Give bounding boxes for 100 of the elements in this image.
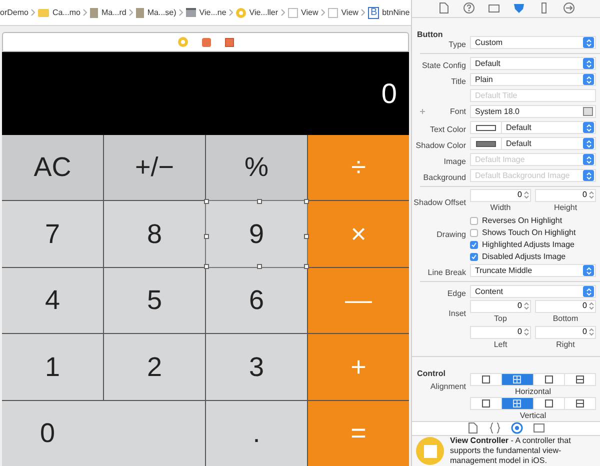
breadcrumb-item[interactable]: Ma...rd [101,6,126,18]
breadcrumb-item[interactable]: Ma...se) [147,6,176,18]
stepper-icon[interactable] [589,302,594,310]
number-stepper[interactable]: 0 [470,300,531,313]
chevron-icon [321,9,326,16]
checkbox[interactable] [470,216,478,225]
stepper-caret-icon[interactable] [583,154,594,166]
stepper-caret-icon[interactable] [583,74,594,86]
dropdown[interactable]: Custom [470,36,596,50]
alignment-segment[interactable] [564,374,595,385]
calculator-key[interactable]: 4 [2,268,103,334]
calculator-key[interactable]: 9 [206,201,307,267]
checkbox-label: Highlighted Adjusts Image [482,238,574,251]
stepper-caret-icon[interactable] [583,138,594,150]
shield-icon[interactable] [512,2,524,14]
stepper-icon[interactable] [589,328,594,336]
button-glyph: B [368,6,380,18]
field-label: Inset [448,308,466,318]
alignment-segment[interactable] [534,398,564,409]
stepper-caret-icon[interactable] [583,286,594,298]
alignment-icon [574,398,585,408]
color-dropdown[interactable]: Default [470,121,596,134]
alignment-caption: Horizontal [514,386,551,397]
breadcrumb-item[interactable]: orDemo [0,6,28,18]
checkbox[interactable] [470,240,478,249]
scene-icon [186,8,196,17]
number-stepper[interactable]: 0 [470,326,531,339]
breadcrumb-item[interactable]: btnNine [382,6,410,18]
calculator-key[interactable]: % [206,135,307,200]
stepper-caption: Right [556,338,575,351]
color-dropdown[interactable]: Default [470,137,596,150]
controller-icon [236,8,246,18]
calculator-key[interactable]: . [206,400,307,466]
chevron-icon [361,9,366,16]
field-label: Title [451,76,466,86]
plus-icon[interactable] [420,109,425,114]
stepper-icon[interactable] [524,302,529,310]
alignment-segment[interactable] [471,374,502,385]
number-stepper[interactable]: 0 [535,188,596,202]
field-label: Text Color [430,124,466,134]
braces-icon[interactable] [489,422,501,434]
checkbox[interactable] [470,228,478,237]
checkbox-label: Disabled Adjusts Image [482,250,566,263]
view-icon [328,8,338,18]
alignment-segment[interactable] [502,374,532,385]
font-picker-icon[interactable] [583,107,593,116]
stepper-caret-icon[interactable] [583,122,594,134]
field-label: Background [423,172,466,182]
title-field[interactable]: Default Title [470,89,596,102]
calculator-key[interactable]: 1 [2,334,103,400]
calculator-key[interactable]: 3 [206,334,307,400]
calculator-key[interactable]: +/− [104,135,205,200]
chevron-icon [179,9,184,16]
checkbox[interactable] [470,252,478,261]
stepper-icon[interactable] [524,191,529,200]
alignment-segment[interactable] [534,374,564,385]
stepper-icon[interactable] [524,328,529,336]
chevron-icon [129,9,134,16]
stepper-caption: Width [490,202,511,214]
font-field[interactable]: System 18.0 [470,105,596,118]
stepper-caret-icon[interactable] [583,265,594,276]
arrow-circle-icon[interactable] [562,2,574,14]
field-label: Alignment [430,382,466,391]
library-item[interactable]: View Controller - A controller that supports the fundamental view-management model in iOS. [412,435,600,466]
alignment-icon [544,398,554,408]
stepper-caret-icon[interactable] [583,170,594,182]
alignment-segment[interactable] [502,398,532,409]
checkbox-label: Shows Touch On Highlight [482,226,576,239]
help-icon[interactable] [462,2,474,14]
calculator-key[interactable]: 0 [2,400,205,466]
dropdown[interactable]: Default [470,57,596,70]
dropdown[interactable]: Plain [470,73,596,86]
dropdown[interactable]: Content [470,285,596,298]
breadcrumb-item[interactable]: View [301,6,318,18]
calculator-key[interactable]: 7 [2,201,103,267]
number-stepper[interactable]: 0 [535,300,596,313]
number-stepper[interactable]: 0 [470,188,531,202]
stepper-caption: Left [494,338,508,351]
alignment-icon [512,374,522,384]
section-title: Control [417,368,446,378]
breadcrumb-item[interactable]: Vie...ne [199,6,226,18]
calculator-key[interactable]: 6 [206,268,307,334]
stepper-caret-icon[interactable] [583,58,594,70]
alignment-segment[interactable] [471,398,502,409]
breadcrumb-item[interactable]: Ca...mo [52,6,80,18]
calculator-key[interactable]: AC [2,135,103,200]
number-stepper[interactable]: 0 [535,326,596,339]
file-icon[interactable] [467,422,479,434]
calculator-key[interactable]: 2 [104,334,205,400]
calculator-key[interactable]: 8 [104,201,205,267]
field-label: Type [448,40,466,49]
file-icon[interactable] [438,2,450,14]
stepper-icon[interactable] [589,191,594,200]
alignment-segment[interactable] [564,398,595,409]
breadcrumb-item[interactable]: Vie...ller [249,6,278,18]
stepper-caret-icon[interactable] [583,37,594,48]
breadcrumb-item[interactable]: View [341,6,358,18]
dropdown[interactable]: Truncate Middle [470,264,596,278]
calculator-key[interactable]: 5 [104,268,205,334]
target-icon[interactable] [511,422,523,434]
